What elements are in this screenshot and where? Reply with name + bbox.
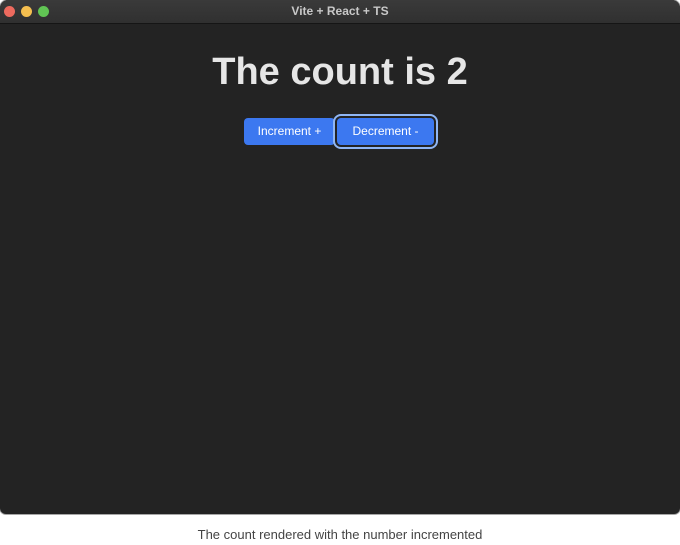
decrement-button[interactable]: Decrement - [337, 118, 434, 145]
figure-caption: The count rendered with the number incre… [197, 527, 483, 542]
app-window: Vite + React + TS The count is 2 Increme… [0, 0, 680, 514]
increment-button[interactable]: Increment + [244, 118, 335, 145]
count-heading: The count is 2 [212, 51, 468, 93]
title-bar: Vite + React + TS [0, 0, 680, 24]
app-content: The count is 2 Increment + Decrement - [0, 24, 680, 514]
window-title: Vite + React + TS [291, 4, 389, 18]
